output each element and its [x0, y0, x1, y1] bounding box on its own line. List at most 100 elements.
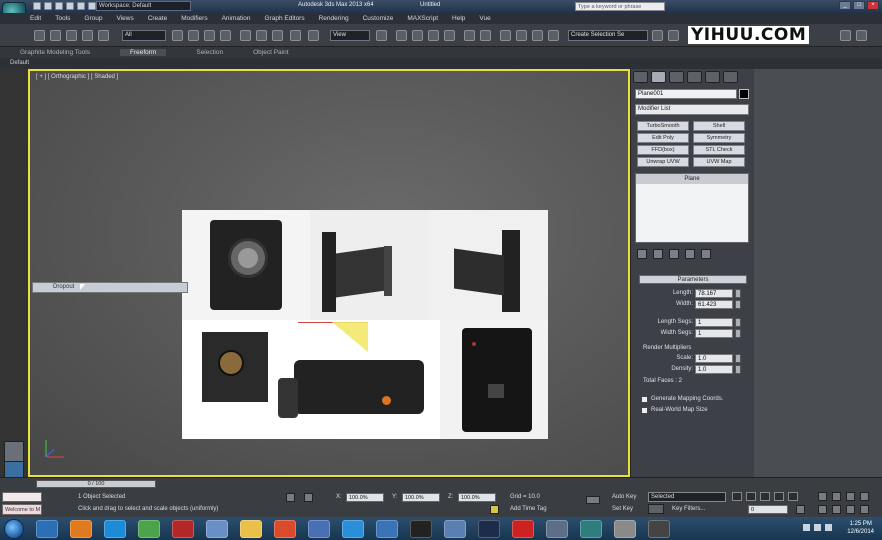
real-world-map-checkbox[interactable]: [641, 407, 648, 414]
angle-snap-icon[interactable]: [412, 30, 423, 41]
shell-button[interactable]: Shell: [693, 121, 745, 131]
unwrap-uvw-button[interactable]: Unwrap UVW: [637, 157, 689, 167]
zoom-icon[interactable]: [818, 492, 827, 501]
internet-explorer-icon[interactable]: [36, 519, 58, 538]
select-manipulate-icon[interactable]: [290, 30, 301, 41]
menu-customize[interactable]: Customize: [363, 15, 394, 22]
render-iterative-icon[interactable]: [856, 30, 867, 41]
zoom-extents-icon[interactable]: [846, 492, 855, 501]
menu-group[interactable]: Group: [84, 15, 102, 22]
object-color-swatch[interactable]: [739, 89, 749, 99]
workspace-select[interactable]: Workspace: Default: [96, 1, 191, 11]
set-key-button[interactable]: Set Key: [612, 506, 633, 512]
keyboard-shortcut-icon[interactable]: [308, 30, 319, 41]
named-selection-set-select[interactable]: Create Selection Se: [568, 30, 648, 41]
stack-item-plane[interactable]: Plane: [636, 174, 748, 184]
minimize-button[interactable]: _: [839, 1, 851, 10]
selection-filter-select[interactable]: All: [122, 30, 166, 41]
unlink-icon[interactable]: [82, 30, 93, 41]
render-frame-icon[interactable]: [668, 30, 679, 41]
z-coord-field[interactable]: 100.0%: [458, 493, 496, 502]
redo-icon[interactable]: [77, 2, 85, 10]
play-icon[interactable]: [760, 492, 770, 501]
scale-field[interactable]: 1.0: [695, 354, 733, 363]
ie-icon[interactable]: [104, 519, 126, 538]
viewport-label[interactable]: [ + ] [ Orthographic ] [ Shaded ]: [36, 74, 118, 80]
spinner-snap-icon[interactable]: [444, 30, 455, 41]
modifier-list-select[interactable]: Modifier List: [635, 104, 749, 115]
redo-icon[interactable]: [50, 30, 61, 41]
modifier-stack[interactable]: Plane: [635, 173, 749, 243]
length-field[interactable]: 78.167: [695, 289, 733, 298]
absolute-mode-icon[interactable]: [304, 493, 313, 502]
uvw-map-button[interactable]: UVW Map: [693, 157, 745, 167]
modify-tab-icon[interactable]: [651, 71, 666, 83]
time-slider[interactable]: 0 / 100: [36, 480, 156, 488]
menu-create[interactable]: Create: [148, 15, 168, 22]
key-filters-button[interactable]: Key Filters...: [672, 506, 705, 512]
pan-view-icon[interactable]: [832, 505, 841, 514]
reference-coord-select[interactable]: View: [330, 30, 370, 41]
stl-check-button[interactable]: STL Check: [693, 145, 745, 155]
app-icon[interactable]: [206, 519, 228, 538]
zoom-all-icon[interactable]: [832, 492, 841, 501]
time-config-icon[interactable]: [796, 505, 805, 514]
filezilla-icon[interactable]: [172, 519, 194, 538]
tray-network-icon[interactable]: [814, 524, 821, 531]
rect-selection-icon[interactable]: [204, 30, 215, 41]
motion-tab-icon[interactable]: [687, 71, 702, 83]
tab-selection[interactable]: Selection: [196, 49, 223, 56]
schematic-view-icon[interactable]: [532, 30, 543, 41]
generate-mapping-checkbox[interactable]: [641, 396, 648, 403]
select-object-icon[interactable]: [172, 30, 183, 41]
object-name-field[interactable]: Plane001: [635, 89, 737, 99]
app-icon-4[interactable]: [546, 519, 568, 538]
rotate-icon[interactable]: [256, 30, 267, 41]
align-icon[interactable]: [480, 30, 491, 41]
curve-editor-icon[interactable]: [516, 30, 527, 41]
3ds-max-taskbar-icon[interactable]: [580, 519, 602, 538]
undo-icon[interactable]: [66, 2, 74, 10]
density-spinner[interactable]: [735, 365, 741, 374]
app-icon-2[interactable]: [444, 519, 466, 538]
display-tab-icon[interactable]: [705, 71, 720, 83]
length-segs-spinner[interactable]: [735, 318, 741, 327]
configure-modifier-sets-icon[interactable]: [701, 249, 711, 259]
open-file-icon[interactable]: [44, 2, 52, 10]
project-folder-icon[interactable]: [88, 2, 96, 10]
new-file-icon[interactable]: [33, 2, 41, 10]
tab-freeform[interactable]: Freeform: [119, 49, 167, 56]
menu-vue[interactable]: Vue: [479, 15, 490, 22]
scale-spinner[interactable]: [735, 354, 741, 363]
length-segs-field[interactable]: 1: [695, 318, 733, 327]
turbosmooth-button[interactable]: TurboSmooth: [637, 121, 689, 131]
bind-space-warp-icon[interactable]: [98, 30, 109, 41]
network-icon[interactable]: [308, 519, 330, 538]
create-tab-icon[interactable]: [633, 71, 648, 83]
chrome-icon[interactable]: [138, 519, 160, 538]
maxscript-listener[interactable]: Welcome to M: [2, 504, 42, 515]
set-keys-icon[interactable]: [648, 504, 664, 514]
snaps-toggle-icon[interactable]: [396, 30, 407, 41]
undo-icon[interactable]: [34, 30, 45, 41]
search-input[interactable]: Type a keyword or phrase: [575, 2, 665, 11]
width-spinner[interactable]: [735, 300, 741, 309]
app-icon-6[interactable]: [648, 519, 670, 538]
hierarchy-tab-icon[interactable]: [669, 71, 684, 83]
menu-graph-editors[interactable]: Graph Editors: [265, 15, 305, 22]
maximize-button[interactable]: □: [853, 1, 865, 10]
ffd-box-button[interactable]: FFD(box): [637, 145, 689, 155]
material-editor-icon[interactable]: [548, 30, 559, 41]
menu-animation[interactable]: Animation: [222, 15, 251, 22]
pivot-center-icon[interactable]: [376, 30, 387, 41]
show-end-result-icon[interactable]: [653, 249, 663, 259]
word-icon[interactable]: [376, 519, 398, 538]
density-field[interactable]: 1.0: [695, 365, 733, 374]
app-icon-3[interactable]: [512, 519, 534, 538]
move-icon[interactable]: [240, 30, 251, 41]
go-to-end-icon[interactable]: [788, 492, 798, 501]
field-of-view-icon[interactable]: [818, 505, 827, 514]
select-by-name-icon[interactable]: [188, 30, 199, 41]
maximize-toggle-icon[interactable]: [860, 505, 869, 514]
file-explorer-icon[interactable]: [240, 519, 262, 538]
